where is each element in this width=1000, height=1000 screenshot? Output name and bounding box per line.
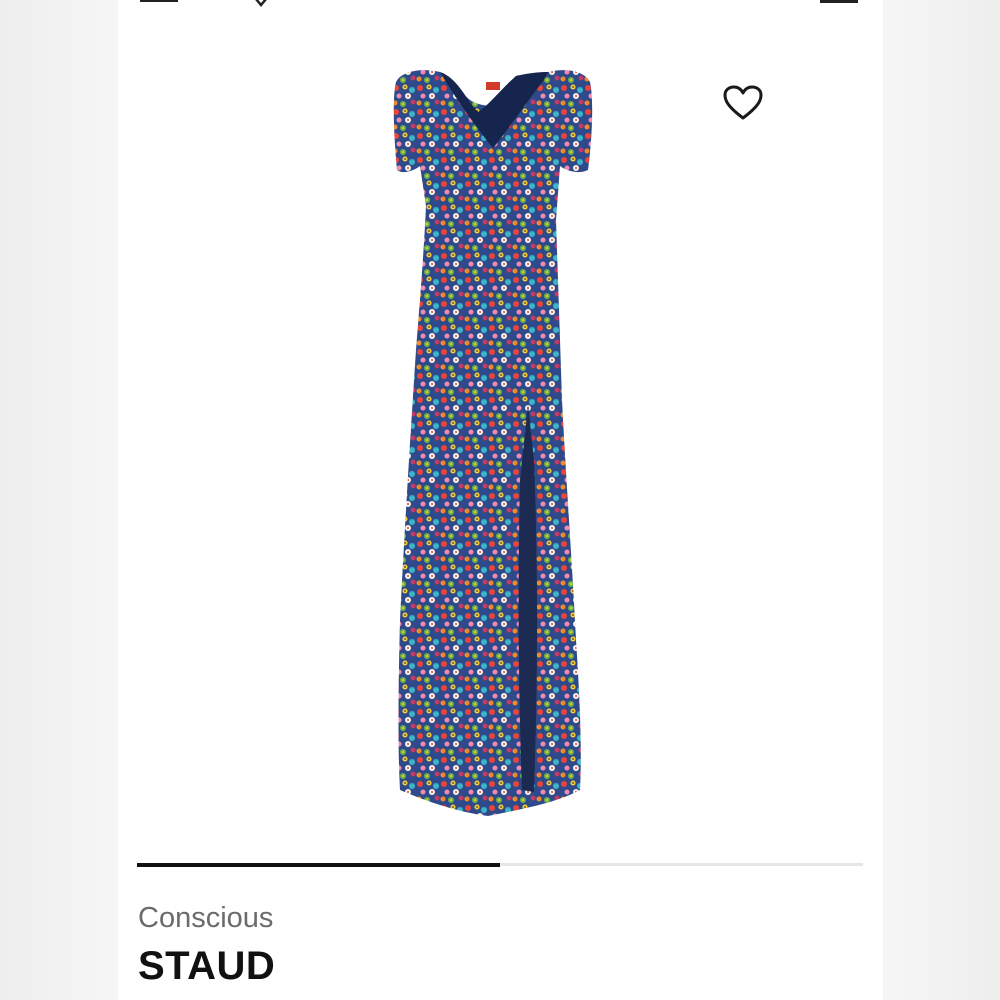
heart-icon[interactable]: [721, 84, 765, 124]
left-backdrop: [0, 0, 118, 1000]
gallery-progress-bar: [137, 862, 863, 867]
product-page: Conscious STAUD: [118, 0, 883, 1000]
bag-icon[interactable]: [820, 0, 858, 3]
right-backdrop: [883, 0, 1000, 1000]
chevron-icon[interactable]: [254, 0, 268, 7]
brand-name[interactable]: STAUD: [138, 944, 275, 989]
gallery-progress-fill: [137, 862, 500, 867]
product-image[interactable]: [368, 60, 618, 825]
top-bar: [118, 0, 883, 10]
menu-icon[interactable]: [140, 0, 178, 2]
product-subtitle: Conscious: [138, 902, 274, 934]
